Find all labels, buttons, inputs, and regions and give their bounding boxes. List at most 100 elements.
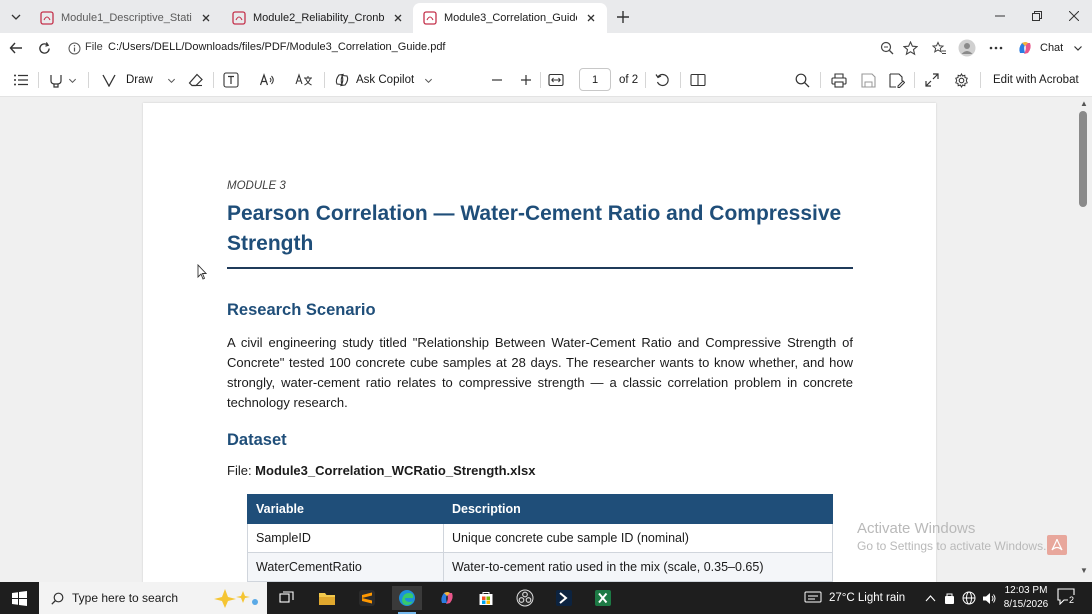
weather-rain-icon: [804, 591, 822, 603]
close-icon[interactable]: [390, 10, 406, 26]
microsoft-store-icon[interactable]: [471, 586, 501, 610]
toolbar-divider: [980, 72, 981, 88]
toolbar-divider: [88, 72, 89, 88]
close-icon[interactable]: [198, 10, 214, 26]
more-options-icon[interactable]: [987, 39, 1005, 57]
scrollbar-thumb[interactable]: [1079, 111, 1087, 207]
windows-taskbar: Type here to search 27°C Light rain 12:0…: [0, 582, 1092, 614]
edge-browser-icon[interactable]: [392, 586, 422, 614]
page-view-icon[interactable]: [690, 71, 706, 89]
zoom-icon[interactable]: [878, 39, 896, 57]
ask-copilot-label: Ask Copilot: [356, 74, 415, 86]
info-icon[interactable]: [68, 42, 81, 55]
network-globe-icon[interactable]: [962, 582, 976, 614]
toolbar-divider: [540, 72, 541, 88]
research-scenario-heading: Research Scenario: [227, 301, 376, 319]
new-tab-plus-icon[interactable]: [612, 6, 634, 28]
page-total-label: of 2: [619, 74, 639, 86]
url-field[interactable]: File C:/Users/DELL/Downloads/files/PDF/M…: [60, 37, 930, 60]
weather-widget[interactable]: 27°C Light rain: [804, 582, 905, 614]
highlight-tool[interactable]: [48, 71, 77, 89]
chevron-down-icon: [1074, 46, 1083, 51]
adobe-acrobat-icon[interactable]: [1047, 535, 1067, 555]
scroll-down-arrow-icon[interactable]: ▼: [1079, 566, 1089, 576]
chevron-down-icon: [425, 78, 433, 83]
toolbar-divider: [213, 72, 214, 88]
address-bar: File C:/Users/DELL/Downloads/files/PDF/M…: [0, 33, 1092, 63]
eraser-icon[interactable]: [188, 71, 204, 89]
table-row: WaterCementRatio Water-to-cement ratio u…: [247, 552, 833, 582]
tab-label: Module1_Descriptive_Statistics_Gu: [61, 12, 192, 24]
zoom-in-icon[interactable]: [520, 71, 532, 89]
save-icon[interactable]: [861, 71, 876, 89]
draw-pen-icon: [102, 74, 116, 87]
back-arrow-icon[interactable]: [5, 37, 27, 59]
close-icon[interactable]: [583, 10, 599, 26]
fullscreen-icon[interactable]: [925, 71, 939, 89]
profile-avatar[interactable]: [958, 39, 976, 57]
print-icon[interactable]: [831, 71, 847, 89]
tab-label: Module2_Reliability_CronbachAlph: [253, 12, 384, 24]
sublime-text-icon[interactable]: [352, 586, 382, 610]
tab-module3[interactable]: Module3_Correlation_Guide.pdf: [413, 3, 607, 33]
notification-center-icon[interactable]: 2: [1057, 588, 1079, 608]
excel-icon[interactable]: [588, 586, 618, 610]
obs-studio-icon[interactable]: [510, 586, 540, 610]
draw-label: Draw: [126, 74, 153, 86]
copilot-icon: [335, 73, 349, 87]
volume-icon[interactable]: [982, 582, 996, 614]
toolbar-divider: [914, 72, 915, 88]
toolbar-divider: [645, 72, 646, 88]
rotate-icon[interactable]: [655, 71, 670, 89]
variable-table: Variable Description SampleID Unique con…: [247, 494, 833, 582]
pdf-page: MODULE 3 Pearson Correlation — Water-Cem…: [143, 103, 936, 582]
copilot-chat-button[interactable]: Chat: [1016, 38, 1083, 58]
tab-module2[interactable]: Module2_Reliability_CronbachAlph: [222, 3, 414, 33]
taskbar-search-placeholder: Type here to search: [72, 591, 179, 605]
page-number-input[interactable]: 1: [579, 68, 611, 91]
favorite-star-icon[interactable]: [901, 39, 919, 57]
tab-label: Module3_Correlation_Guide.pdf: [444, 12, 577, 24]
tray-chevron-up-icon[interactable]: [925, 582, 936, 614]
windows-start-icon[interactable]: [0, 582, 38, 614]
minimize-icon[interactable]: [981, 0, 1018, 32]
clock-date: 8/15/2026: [1003, 599, 1049, 610]
watermark-subtitle: Go to Settings to activate Windows.: [857, 539, 1047, 553]
toolbar-divider: [820, 72, 821, 88]
ask-copilot-button[interactable]: Ask Copilot: [334, 71, 433, 89]
tab-module1[interactable]: Module1_Descriptive_Statistics_Gu: [30, 3, 222, 33]
refresh-icon[interactable]: [33, 37, 55, 59]
fit-width-icon[interactable]: [548, 71, 564, 89]
table-header: Variable: [247, 494, 444, 524]
edit-with-acrobat-button[interactable]: Edit with Acrobat: [993, 71, 1079, 89]
contents-icon[interactable]: [13, 71, 29, 89]
add-text-icon[interactable]: [223, 71, 239, 89]
task-view-icon[interactable]: [272, 586, 302, 610]
vertical-scrollbar[interactable]: ▲ ▼: [1076, 97, 1092, 582]
translate-icon[interactable]: [295, 71, 313, 89]
taskbar-search-box[interactable]: Type here to search: [39, 582, 267, 614]
tab-list-chevron-icon[interactable]: [5, 6, 27, 28]
pdf-icon: [232, 11, 246, 25]
url-text[interactable]: C:/Users/DELL/Downloads/files/PDF/Module…: [108, 41, 446, 53]
draw-tool[interactable]: Draw: [102, 71, 176, 89]
read-aloud-icon[interactable]: [259, 71, 275, 89]
save-as-icon[interactable]: [889, 71, 905, 89]
settings-gear-icon[interactable]: [954, 71, 969, 89]
copilot-app-icon[interactable]: [432, 586, 462, 610]
stata-app-icon[interactable]: [549, 586, 579, 610]
zoom-out-icon[interactable]: [491, 71, 503, 89]
restore-icon[interactable]: [1018, 0, 1055, 32]
table-header-row: Variable Description: [247, 494, 833, 524]
pdf-icon: [40, 11, 54, 25]
document-title: Pearson Correlation — Water-Cement Ratio…: [227, 202, 842, 255]
mouse-cursor-icon: [197, 264, 207, 280]
system-clock[interactable]: 12:03 PM 8/15/2026: [1000, 584, 1052, 612]
close-window-icon[interactable]: [1055, 0, 1092, 32]
scroll-up-arrow-icon[interactable]: ▲: [1079, 99, 1089, 109]
search-icon[interactable]: [795, 71, 810, 89]
table-cell: WaterCementRatio: [247, 552, 444, 582]
file-explorer-icon[interactable]: [312, 586, 342, 610]
meet-now-icon[interactable]: [943, 582, 956, 614]
favorites-icon[interactable]: [930, 39, 948, 57]
